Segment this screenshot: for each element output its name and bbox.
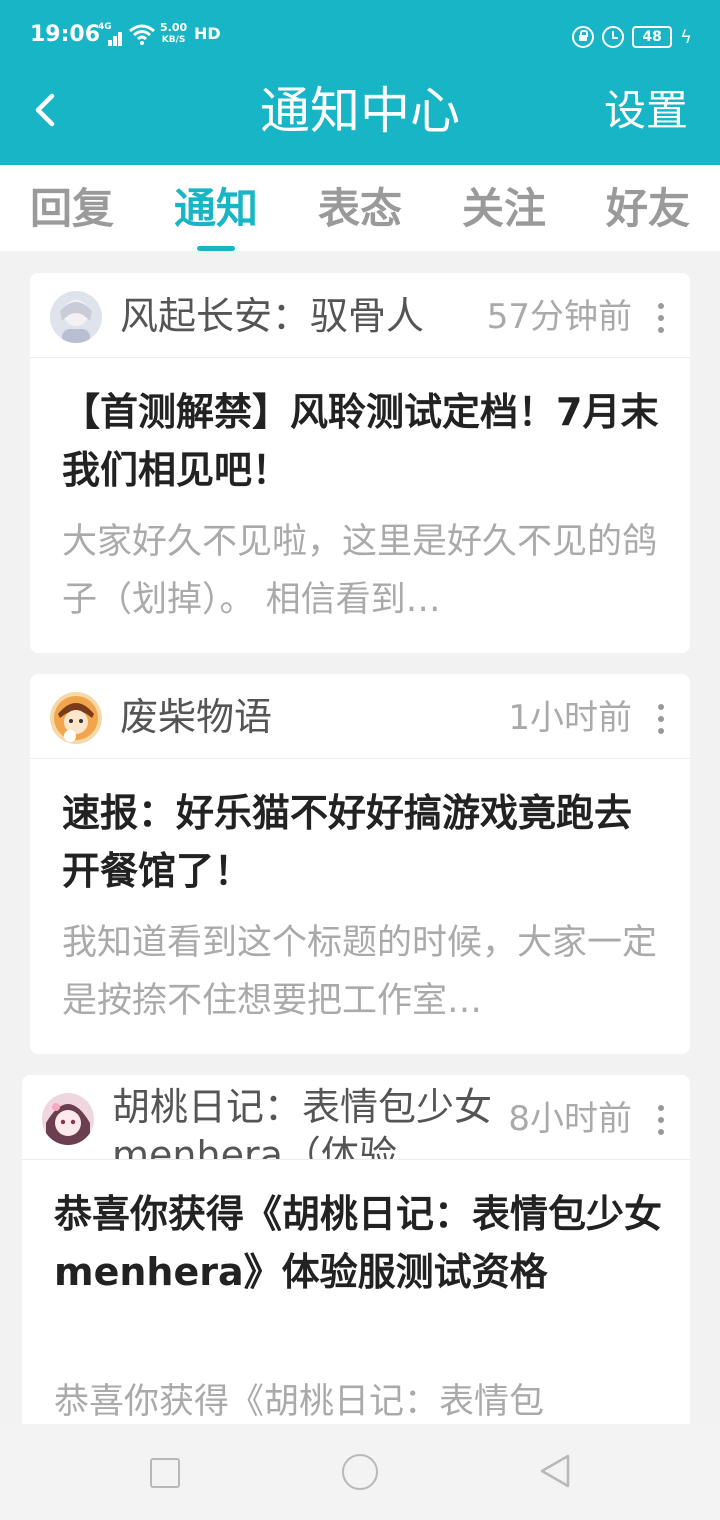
home-icon[interactable] — [342, 1454, 378, 1490]
recent-apps-icon[interactable] — [150, 1458, 180, 1488]
tab-bar: 回复 通知 表态 关注 好友 — [0, 165, 720, 251]
tab-friends[interactable]: 好友 — [606, 183, 690, 235]
timestamp: 57分钟前 — [486, 297, 632, 337]
hd-indicator: HD — [194, 24, 221, 43]
card-header: 胡桃日记：表情包少女menhera（体验 8小时前 — [22, 1075, 690, 1160]
notification-card[interactable]: 风起长安：驭骨人 57分钟前 【首测解禁】风聆测试定档！7月末我们相见吧！ 大家… — [30, 273, 690, 653]
speed-value: 5.00 — [160, 21, 188, 34]
more-options-icon[interactable] — [658, 1105, 666, 1135]
notification-summary: 恭喜你获得《胡桃日记：表情包 — [54, 1382, 545, 1422]
tab-reactions[interactable]: 表态 — [318, 183, 402, 235]
tab-replies[interactable]: 回复 — [30, 183, 114, 235]
back-icon[interactable] — [538, 1452, 572, 1490]
notification-title[interactable]: 恭喜你获得《胡桃日记：表情包少女menhera》体验服测试资格 — [54, 1185, 662, 1301]
author-name[interactable]: 胡桃日记：表情包少女menhera（体验 — [112, 1083, 492, 1159]
system-nav-bar — [0, 1424, 720, 1520]
notification-summary: 我知道看到这个标题的时候，大家一定是按捺不住想要把工作室… — [62, 923, 658, 1021]
avatar[interactable] — [42, 1093, 94, 1145]
avatar[interactable] — [50, 692, 102, 744]
tab-follows[interactable]: 关注 — [462, 183, 546, 235]
notification-title[interactable]: 【首测解禁】风聆测试定档！7月末我们相见吧！ — [62, 383, 662, 499]
alarm-icon — [602, 26, 625, 48]
more-options-icon[interactable] — [658, 704, 666, 734]
wifi-icon — [129, 24, 155, 45]
timestamp: 8小时前 — [508, 1099, 632, 1139]
network-type: 4G — [98, 22, 112, 32]
card-header: 风起长安：驭骨人 57分钟前 — [30, 273, 690, 358]
status-time: 19:06 — [30, 22, 101, 47]
timestamp: 1小时前 — [508, 698, 632, 738]
settings-button[interactable]: 设置 — [604, 83, 688, 139]
author-name[interactable]: 风起长安：驭骨人 — [120, 291, 424, 341]
lock-rotation-icon — [572, 26, 595, 48]
network-speed: 5.00 KB/S — [160, 22, 187, 46]
card-header: 废柴物语 1小时前 — [30, 674, 690, 759]
status-bar: 19:06 4G 5.00 KB/S HD 48 ϟ — [0, 0, 720, 72]
charging-icon: ϟ — [680, 26, 692, 48]
notification-title[interactable]: 速报：好乐猫不好好搞游戏竟跑去开餐馆了！ — [62, 784, 662, 900]
notification-summary: 大家好久不见啦，这里是好久不见的鸽子（划掉）。 相信看到… — [62, 522, 658, 620]
notification-card[interactable]: 废柴物语 1小时前 速报：好乐猫不好好搞游戏竟跑去开餐馆了！ 我知道看到这个标题… — [30, 674, 690, 1054]
battery-icon: 48 — [632, 26, 673, 48]
notification-card[interactable]: 胡桃日记：表情包少女menhera（体验 8小时前 恭喜你获得《胡桃日记：表情包… — [22, 1075, 690, 1435]
more-options-icon[interactable] — [658, 303, 666, 333]
author-name[interactable]: 废柴物语 — [120, 692, 272, 742]
tab-notifications[interactable]: 通知 — [174, 183, 258, 235]
top-bar: 19:06 4G 5.00 KB/S HD 48 ϟ 通知中心 设置 — [0, 0, 720, 165]
signal-icon: 4G — [98, 22, 124, 46]
speed-unit: KB/S — [161, 35, 186, 45]
active-tab-indicator — [197, 246, 235, 251]
status-icons: 48 ϟ — [572, 24, 692, 50]
avatar[interactable] — [50, 291, 102, 343]
